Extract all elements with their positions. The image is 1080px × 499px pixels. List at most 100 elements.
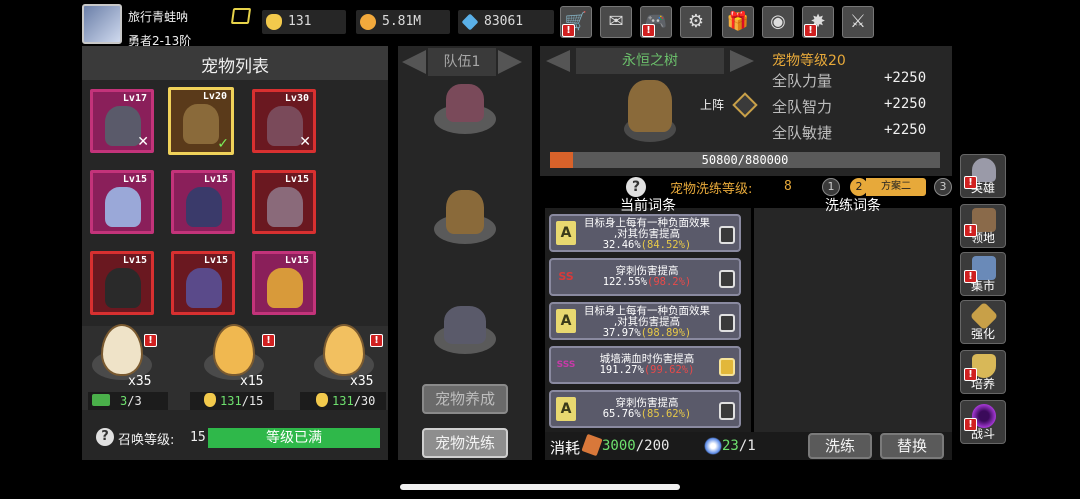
pet-list-title: 宠物列表: [201, 57, 269, 77]
reroll-help-icon[interactable]: ?: [626, 177, 646, 197]
stat-value: +2250: [884, 122, 927, 138]
team-label: 队伍1: [428, 48, 496, 76]
pet-card[interactable]: Lv15: [90, 251, 154, 315]
home-indicator[interactable]: [400, 484, 680, 490]
unlock-icon[interactable]: [719, 402, 735, 420]
current-affix-header: 当前词条: [620, 198, 676, 214]
pet-card[interactable]: Lv15: [252, 170, 316, 234]
video-ad-icon: [92, 394, 110, 406]
team-slot[interactable]: [430, 84, 500, 136]
req-need: /30: [353, 394, 376, 408]
coin-plus-icon: [360, 14, 376, 30]
affix-row[interactable]: A 穿刺伤害提高 65.76%(85.62%): [549, 390, 741, 428]
pet-card[interactable]: Lv15: [90, 170, 154, 234]
pet-card[interactable]: Lv17 ✕: [90, 89, 154, 153]
wolf-pet-icon: [105, 106, 141, 146]
stat-name: 全队敏捷: [772, 124, 833, 142]
affix-value: 122.55%: [602, 276, 647, 288]
side-menu-enhance[interactable]: 强化: [960, 300, 1006, 344]
pet-card[interactable]: Lv30 ✕: [252, 89, 316, 153]
market-alert-icon: !: [964, 270, 977, 283]
pet-level: Lv20: [202, 91, 227, 102]
cultivate-alert-icon: !: [964, 368, 977, 381]
gift-icon[interactable]: 🎁: [722, 6, 754, 38]
settings-gear-icon[interactable]: ⚙: [680, 6, 712, 38]
rarity-badge: SS: [558, 270, 574, 283]
affix-text: 穿刺伤害提高 65.76%(85.62%): [577, 398, 717, 420]
summon-status-bar: 等级已满: [208, 428, 380, 448]
battle-alert-icon: !: [964, 418, 977, 431]
gold-egg-icon: [323, 324, 365, 376]
gold-value: 131: [288, 14, 312, 29]
pet-card[interactable]: Lv15: [171, 251, 235, 315]
pet-raise-button[interactable]: 宠物养成: [422, 384, 508, 414]
plan-2-label[interactable]: 方案二: [866, 178, 926, 196]
cost-have: 23: [722, 438, 739, 454]
affix-row[interactable]: SS 穿刺伤害提高 122.55%(98.2%): [549, 258, 741, 296]
egg-alert-icon: !: [144, 334, 157, 347]
pet-name: 永恒之树: [576, 48, 724, 74]
reroll-affix-list: [754, 208, 952, 432]
ghost-pet-icon: [105, 187, 141, 227]
egg-count: x15: [240, 374, 264, 389]
gamepad-alert-icon: !: [642, 24, 655, 37]
egg-alert-icon: !: [370, 334, 383, 347]
req-need: /3: [127, 394, 142, 408]
unlock-icon[interactable]: [719, 314, 735, 332]
color-wheel-icon[interactable]: ◉: [762, 6, 794, 38]
affix-text: 目标身上每有一种负面效果 ,对其伤害提高 32.46%(84.52%): [577, 218, 717, 251]
unlock-icon[interactable]: [719, 226, 735, 244]
bat-pet-icon: [446, 84, 484, 122]
witch-pet-icon: [186, 187, 222, 227]
replace-button[interactable]: 替换: [880, 433, 944, 459]
mail-icon[interactable]: ✉: [600, 6, 632, 38]
team-slot[interactable]: [430, 190, 500, 246]
pet-reroll-tab-button[interactable]: 宠物洗练: [422, 428, 508, 458]
reroll-affix-header: 洗练词条: [825, 198, 881, 214]
plan-1-button[interactable]: 1: [822, 178, 840, 196]
unlock-icon[interactable]: [719, 270, 735, 288]
white-egg-icon: [101, 324, 143, 376]
affix-max: (99.62%): [643, 364, 695, 376]
tree-pet-icon: [183, 104, 219, 144]
pet-level: Lv15: [122, 174, 147, 185]
pet-card[interactable]: Lv15: [252, 251, 316, 315]
gem-counter[interactable]: 83061: [458, 10, 554, 34]
mage-pet-icon: [267, 268, 303, 308]
pet-level: Lv15: [284, 255, 309, 266]
firework-alert-icon: !: [804, 24, 817, 37]
player-avatar[interactable]: [82, 4, 122, 44]
gem-value: 83061: [484, 14, 524, 29]
summon-level: 15: [190, 430, 206, 445]
gold-icon: [204, 393, 216, 407]
pet-card[interactable]: Lv15: [171, 170, 235, 234]
team-slot[interactable]: [430, 300, 500, 356]
affix-max: (84.52%): [640, 239, 692, 251]
reroll-button[interactable]: 洗练: [808, 433, 872, 459]
affix-value: 191.27%: [599, 364, 644, 376]
affix-row[interactable]: A 目标身上每有一种负面效果 ,对其伤害提高 37.97%(98.89%): [549, 302, 741, 340]
exp-bar: 50800/880000: [550, 152, 940, 168]
gold-icon: [266, 14, 282, 30]
cross-mark-icon: ✕: [137, 134, 149, 150]
help-icon[interactable]: ?: [96, 428, 114, 446]
cost-label: 消耗: [550, 439, 581, 457]
plan-3-button[interactable]: 3: [934, 178, 952, 196]
gold-egg-icon: [213, 324, 255, 376]
sword-icon[interactable]: ⚔: [842, 6, 874, 38]
pet-card-selected[interactable]: Lv20 ✓: [168, 87, 234, 155]
lock-icon[interactable]: [719, 358, 735, 376]
bat-pet-icon: [267, 187, 303, 227]
cost-have: 3000: [602, 438, 636, 454]
bat-pet-icon: [267, 106, 303, 146]
affix-row[interactable]: A 目标身上每有一种负面效果 ,对其伤害提高 32.46%(84.52%): [549, 214, 741, 252]
wolf-pet-icon: [444, 306, 486, 344]
stat-name: 全队力量: [772, 72, 833, 90]
coin-counter[interactable]: 5.81M: [356, 10, 450, 34]
affix-max: (98.2%): [647, 276, 692, 288]
affix-row[interactable]: SSS 城墙满血时伤害提高 191.27%(99.62%): [549, 346, 741, 384]
pet-level: Lv17: [122, 93, 147, 104]
egg-requirement: 131/15: [190, 392, 274, 410]
egg-alert-icon: !: [262, 334, 275, 347]
edit-name-icon[interactable]: [230, 8, 252, 24]
